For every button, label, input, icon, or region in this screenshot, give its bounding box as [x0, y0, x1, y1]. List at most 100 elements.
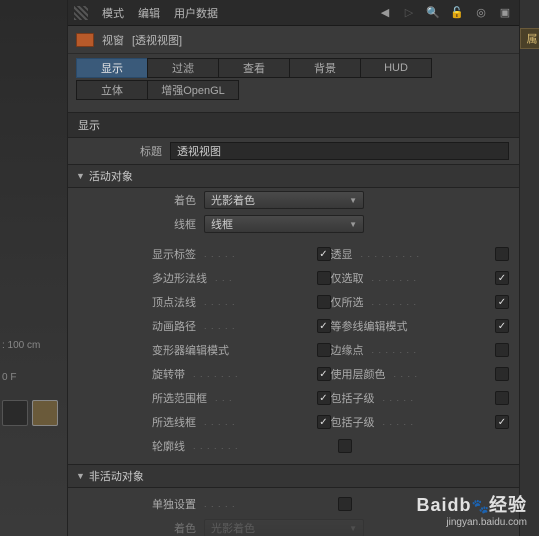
label-wire: 线框: [152, 216, 196, 232]
nav-back-icon[interactable]: ◀: [377, 5, 393, 21]
check-row: 所选范围框. . .包括子级. . . . .: [152, 386, 509, 410]
checkbox-animpath[interactable]: [317, 319, 331, 333]
search-icon[interactable]: 🔍: [425, 5, 441, 21]
group-active-objects[interactable]: ▼ 活动对象: [68, 164, 519, 188]
checkbox-xray[interactable]: [495, 247, 509, 261]
checkbox-grid: 显示标签. . . . .透显. . . . . . . . . 多边形法线. …: [68, 236, 519, 464]
label-layercolor: 使用层颜色: [331, 366, 386, 382]
group-inactive-objects[interactable]: ▼ 非活动对象: [68, 464, 519, 488]
label-vertnorm: 顶点法线: [152, 294, 196, 310]
properties-panel: 模式 编辑 用户数据 ◀ ▷ 🔍 🔓 ◎ ▣ 视窗 [透视视图] 显示 过滤 查…: [68, 0, 519, 536]
chevron-down-icon: ▼: [349, 524, 357, 533]
viewport-background: : 100 cm 0 F: [0, 0, 68, 536]
tab-background[interactable]: 背景: [289, 58, 361, 78]
group-inactive-label: 非活动对象: [89, 468, 144, 484]
label-showtags: 显示标签: [152, 246, 196, 262]
viewport-distance: : 100 cm: [2, 340, 40, 351]
checkbox-incchild2[interactable]: [495, 415, 509, 429]
label-isoparm: 等参线编辑模式: [331, 318, 408, 334]
checkbox-outline[interactable]: [338, 439, 352, 453]
check-row: 变形器编辑模式边缘点. . . . . . .: [152, 338, 509, 362]
chevron-down-icon: ▼: [76, 171, 85, 181]
panel-header: 视窗 [透视视图]: [68, 26, 519, 54]
label-shading: 着色: [152, 192, 196, 208]
checkbox-layercolor[interactable]: [495, 367, 509, 381]
checkbox-single[interactable]: [338, 497, 352, 511]
checkbox-deformedit[interactable]: [317, 343, 331, 357]
label-title: 标题: [78, 143, 162, 159]
header-title: 视窗: [102, 32, 124, 48]
label-polynorm: 多边形法线: [152, 270, 207, 286]
panel-titlebar: 模式 编辑 用户数据 ◀ ▷ 🔍 🔓 ◎ ▣: [68, 0, 519, 26]
checkbox-selwire[interactable]: [317, 415, 331, 429]
dropdown-inactive-value: 光影着色: [211, 520, 255, 536]
tab-stereo[interactable]: 立体: [76, 80, 148, 100]
label-animpath: 动画路径: [152, 318, 196, 334]
dropdown-inactive-shading: 光影着色 ▼: [204, 519, 364, 536]
check-row: 轮廓线. . . . . . .: [152, 434, 509, 458]
label-rotband: 旋转带: [152, 366, 185, 382]
grip-icon[interactable]: [74, 6, 88, 20]
label-onlyselected: 仅所选: [331, 294, 364, 310]
row-inactive-shading: 着色 光影着色 ▼: [68, 516, 519, 536]
label-incchild1: 包括子级: [331, 390, 375, 406]
row-wire: 线框 线框 ▼: [68, 212, 519, 236]
checkbox-showtags[interactable]: [317, 247, 331, 261]
check-row: 显示标签. . . . .透显. . . . . . . . .: [152, 242, 509, 266]
tab-display[interactable]: 显示: [76, 58, 148, 78]
header-subtitle: [透视视图]: [132, 32, 182, 48]
chevron-down-icon: ▼: [76, 471, 85, 481]
checkbox-isoparm[interactable]: [495, 319, 509, 333]
checkbox-selbbox[interactable]: [317, 391, 331, 405]
label-outline: 轮廓线: [152, 438, 185, 454]
tab-bar: 显示 过滤 查看 背景 HUD 立体 增强OpenGL: [68, 54, 519, 106]
add-icon[interactable]: ▣: [497, 5, 513, 21]
label-selwire: 所选线框: [152, 414, 196, 430]
tab-opengl[interactable]: 增强OpenGL: [147, 80, 239, 100]
label-single: 单独设置: [152, 496, 196, 512]
label-edgepts: 边缘点: [331, 342, 364, 358]
timeline-icon[interactable]: [32, 400, 58, 426]
checkbox-edgepts[interactable]: [495, 343, 509, 357]
grid-icon[interactable]: [2, 400, 28, 426]
lock-icon[interactable]: 🔓: [449, 5, 465, 21]
target-icon[interactable]: ◎: [473, 5, 489, 21]
check-row: 所选线框. . . . .包括子级. . . . .: [152, 410, 509, 434]
checkbox-incchild1[interactable]: [495, 391, 509, 405]
nav-fwd-icon[interactable]: ▷: [401, 5, 417, 21]
right-tab-attributes[interactable]: 属: [520, 28, 539, 49]
right-dock: 属: [519, 0, 539, 536]
viewport-icon: [76, 33, 94, 47]
checkbox-polynorm[interactable]: [317, 271, 331, 285]
check-row: 旋转带. . . . . . .使用层颜色. . . .: [152, 362, 509, 386]
checkbox-vertnorm[interactable]: [317, 295, 331, 309]
dropdown-shading[interactable]: 光影着色 ▼: [204, 191, 364, 209]
tab-hud[interactable]: HUD: [360, 58, 432, 78]
viewport-frame: 0 F: [2, 372, 16, 383]
chevron-down-icon: ▼: [349, 220, 357, 229]
label-xray: 透显: [331, 246, 353, 262]
label-deformedit: 变形器编辑模式: [152, 342, 229, 358]
check-row: 顶点法线. . . . .仅所选. . . . . . .: [152, 290, 509, 314]
label-selbbox: 所选范围框: [152, 390, 207, 406]
checkbox-onlysel[interactable]: [495, 271, 509, 285]
dropdown-wire-value: 线框: [211, 216, 233, 232]
chevron-down-icon: ▼: [349, 196, 357, 205]
tab-view[interactable]: 查看: [218, 58, 290, 78]
label-onlysel: 仅选取: [331, 270, 364, 286]
row-title: 标题: [68, 138, 519, 164]
checkbox-rotband[interactable]: [317, 367, 331, 381]
row-shading: 着色 光影着色 ▼: [68, 188, 519, 212]
tab-filter[interactable]: 过滤: [147, 58, 219, 78]
menu-edit[interactable]: 编辑: [138, 5, 160, 21]
menu-userdata[interactable]: 用户数据: [174, 5, 218, 21]
inactive-grid: 单独设置 . . . . .: [68, 488, 519, 516]
label-incchild2: 包括子级: [331, 414, 375, 430]
viewport-tool-icons: [2, 400, 58, 426]
menu-mode[interactable]: 模式: [102, 5, 124, 21]
check-row: 多边形法线. . .仅选取. . . . . . .: [152, 266, 509, 290]
checkbox-onlyselected[interactable]: [495, 295, 509, 309]
input-title[interactable]: [170, 142, 509, 160]
dropdown-wire[interactable]: 线框 ▼: [204, 215, 364, 233]
section-display: 显示: [68, 112, 519, 138]
